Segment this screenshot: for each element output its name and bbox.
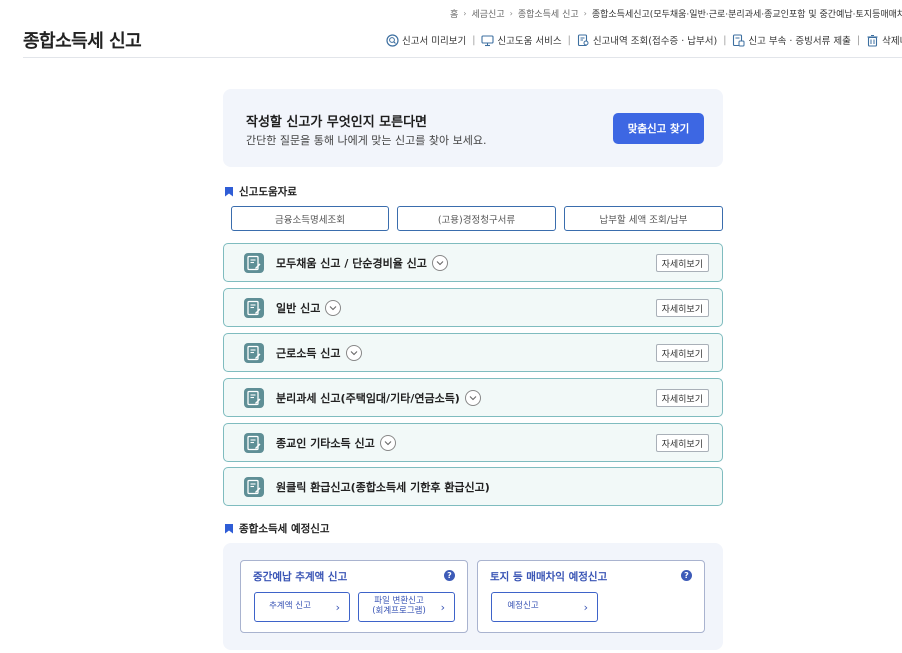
accordion-separate-taxation-filing[interactable]: 분리과세 신고(주택임대/기타/연금소득) 자세히보기 — [223, 378, 723, 417]
divider: | — [472, 34, 476, 46]
chevron-down-icon[interactable] — [431, 255, 448, 271]
document-edit-icon — [244, 477, 264, 497]
breadcrumb-income-tax[interactable]: 종합소득세 신고 — [518, 7, 579, 20]
breadcrumb-home[interactable]: 홈 — [450, 7, 458, 20]
document-edit-icon — [244, 253, 264, 273]
file-conversion-filing-button[interactable]: 파일 변환신고 (회계프로그램) › — [358, 592, 455, 622]
document-upload-icon — [732, 33, 745, 47]
accordion-label: 분리과세 신고(주택임대/기타/연금소득) — [276, 392, 460, 405]
breadcrumb-separator-icon: › — [583, 8, 587, 18]
scheduled-filing-button[interactable]: 예정신고 › — [491, 592, 598, 622]
button-label: 파일 변환신고 (회계프로그램) — [372, 596, 426, 616]
header-divider — [23, 57, 902, 58]
banner-title: 작성할 신고가 무엇인지 모른다면 — [246, 115, 428, 130]
breadcrumb: 홈 › 세금신고 › 종합소득세 신고 › 종합소득세신고(모두채움·일반·근로… — [450, 6, 902, 20]
financial-income-lookup-button[interactable]: 금융소득명세조회 — [231, 206, 389, 231]
accordion-religious-income-filing[interactable]: 종교인 기타소득 신고 자세히보기 — [223, 423, 723, 462]
filing-history-link[interactable]: 신고내역 조회(접수증 · 납부서) — [577, 33, 717, 47]
preview-form-label: 신고서 미리보기 — [402, 36, 467, 47]
page-title: 종합소득세 신고 — [23, 31, 142, 52]
bookmark-icon — [225, 523, 233, 534]
document-edit-icon — [244, 343, 264, 363]
breadcrumb-separator-icon: › — [509, 8, 513, 18]
accordion-label: 모두채움 신고 / 단순경비율 신고 — [276, 257, 427, 270]
details-button[interactable]: 자세히보기 — [655, 299, 709, 317]
button-label: 예정신고 — [507, 601, 539, 612]
accordion-label: 종교인 기타소득 신고 — [276, 437, 375, 450]
land-sale-profit-card: 토지 등 매매차익 예정신고 ? 예정신고 › — [477, 560, 705, 633]
chevron-right-icon: › — [583, 601, 588, 614]
chevron-right-icon: › — [335, 601, 340, 614]
help-icon[interactable]: ? — [681, 570, 692, 581]
breadcrumb-separator-icon: › — [463, 8, 467, 18]
find-filing-banner: 작성할 신고가 무엇인지 모른다면 간단한 질문을 통해 나에게 맞는 신고를 … — [223, 89, 723, 167]
submit-attachments-label: 신고 부속 · 증빙서류 제출 — [748, 36, 851, 47]
help-icon[interactable]: ? — [444, 570, 455, 581]
estimate-filing-heading: 종합소득세 예정신고 — [225, 521, 330, 536]
accordion-earned-income-filing[interactable]: 근로소득 신고 자세히보기 — [223, 333, 723, 372]
chevron-down-icon[interactable] — [345, 345, 362, 361]
quick-links: 신고서 미리보기 | 신고도움 서비스 | 신고내역 조회(접수증 · 납부서)… — [386, 31, 902, 49]
button-label: 추계액 신고 — [269, 601, 311, 612]
chevron-down-icon[interactable] — [325, 300, 342, 316]
chevron-down-icon[interactable] — [379, 435, 396, 451]
tax-payment-lookup-button[interactable]: 납부할 세액 조회/납부 — [564, 206, 723, 231]
accordion-label: 원클릭 환급신고(종합소득세 기한후 환급신고) — [276, 481, 490, 494]
estimate-filing-title: 종합소득세 예정신고 — [239, 523, 330, 535]
divider: | — [856, 34, 861, 46]
accordion-label: 일반 신고 — [276, 302, 321, 315]
banner-subtitle: 간단한 질문을 통해 나에게 맞는 신고를 찾아 보세요. — [246, 134, 487, 147]
deleted-history-link[interactable]: 삭제내역 — [866, 33, 902, 47]
interim-prepayment-title: 중간예납 추계액 신고 — [253, 571, 348, 583]
details-button[interactable]: 자세히보기 — [655, 344, 709, 362]
land-sale-profit-title: 토지 등 매매차익 예정신고 — [490, 571, 608, 583]
details-button[interactable]: 자세히보기 — [655, 254, 709, 272]
document-edit-icon — [244, 298, 264, 318]
breadcrumb-current: 종합소득세신고(모두채움·일반·근로·분리과세·종교인포함 및 중간예납·토지등… — [591, 9, 902, 20]
filing-help-service-link[interactable]: 신고도움 서비스 — [481, 33, 562, 47]
accordion-one-click-refund-filing[interactable]: 원클릭 환급신고(종합소득세 기한후 환급신고) — [223, 467, 723, 506]
chevron-down-icon[interactable] — [464, 390, 481, 406]
breadcrumb-tax-filing[interactable]: 세금신고 — [471, 7, 504, 20]
submit-attachments-link[interactable]: 신고 부속 · 증빙서류 제출 — [732, 33, 851, 47]
details-button[interactable]: 자세히보기 — [655, 434, 709, 452]
document-search-icon — [577, 33, 590, 47]
document-edit-icon — [244, 388, 264, 408]
monitor-icon — [481, 34, 494, 47]
filing-help-service-label: 신고도움 서비스 — [497, 36, 562, 47]
preview-form-link[interactable]: 신고서 미리보기 — [386, 33, 466, 47]
employment-correction-docs-button[interactable]: (고용)경정청구서류 — [397, 206, 556, 231]
magnifier-icon — [386, 33, 399, 47]
help-materials-title: 신고도움자료 — [239, 186, 297, 198]
accordion-label: 근로소득 신고 — [276, 347, 341, 360]
accordion-general-filing[interactable]: 일반 신고 자세히보기 — [223, 288, 723, 327]
document-edit-icon — [244, 433, 264, 453]
details-button[interactable]: 자세히보기 — [655, 389, 709, 407]
chevron-right-icon: › — [440, 601, 445, 614]
estimated-amount-filing-button[interactable]: 추계액 신고 › — [254, 592, 350, 622]
find-custom-filing-button[interactable]: 맞춤신고 찾기 — [613, 113, 704, 144]
bookmark-icon — [225, 186, 233, 197]
divider: | — [723, 34, 727, 46]
divider: | — [567, 34, 571, 46]
filing-history-label: 신고내역 조회(접수증 · 납부서) — [592, 36, 718, 47]
accordion-simple-expense-filing[interactable]: 모두채움 신고 / 단순경비율 신고 자세히보기 — [223, 243, 723, 282]
estimate-filing-panel: 중간예납 추계액 신고 ? 추계액 신고 › 파일 변환신고 (회계프로그램) … — [223, 543, 723, 650]
trash-icon — [866, 34, 879, 47]
help-materials-heading: 신고도움자료 — [225, 184, 297, 199]
deleted-history-label: 삭제내역 — [882, 36, 902, 47]
interim-prepayment-card: 중간예납 추계액 신고 ? 추계액 신고 › 파일 변환신고 (회계프로그램) … — [240, 560, 468, 633]
